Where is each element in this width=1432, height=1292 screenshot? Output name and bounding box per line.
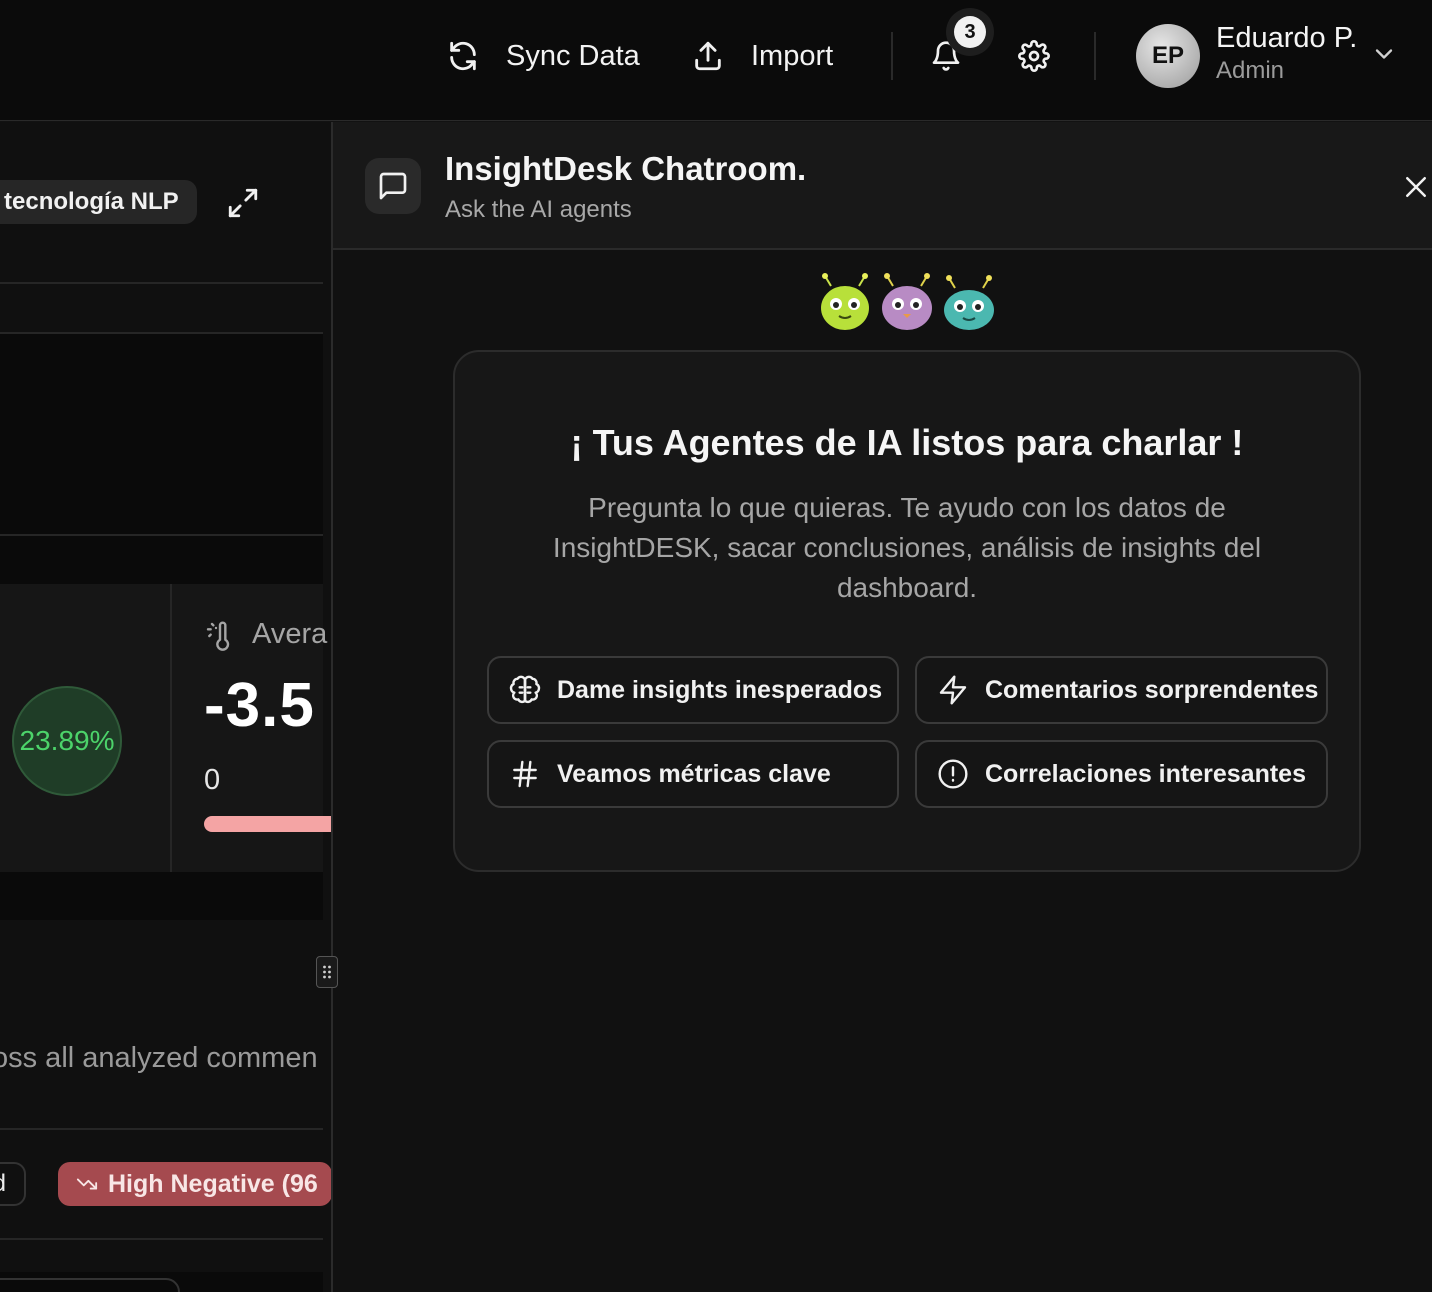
analyzed-caption: oss all analyzed commen: [0, 1042, 318, 1074]
average-value: -3.5: [204, 671, 315, 740]
avatar[interactable]: EP: [1136, 24, 1200, 88]
lightning-icon: [939, 675, 967, 705]
chevron-down-icon[interactable]: [1370, 40, 1398, 68]
content-block: [0, 872, 323, 920]
divider: [1094, 32, 1096, 80]
gear-icon: [1018, 40, 1050, 72]
divider: [0, 282, 323, 284]
user-name[interactable]: Eduardo P.: [1216, 22, 1357, 55]
top-bar: Sync Data Import 3 EP Eduardo P. Admin: [0, 0, 1432, 121]
chat-icon: [365, 158, 421, 214]
expand-icon[interactable]: [226, 186, 260, 220]
filter-pill[interactable]: [0, 1278, 180, 1292]
brain-icon: [509, 675, 541, 704]
chat-title: InsightDesk Chatroom.: [445, 150, 807, 187]
high-negative-label: High Negative (96: [108, 1169, 318, 1198]
suggestion-label: Veamos métricas clave: [557, 759, 831, 788]
high-negative-pill[interactable]: High Negative (96: [58, 1162, 332, 1206]
divider: [891, 32, 893, 80]
suggestion-label: Comentarios sorprendentes: [985, 675, 1319, 704]
close-icon[interactable]: [1401, 172, 1431, 202]
tech-pill[interactable]: tecnología NLP: [0, 180, 197, 224]
chat-subtitle: Ask the AI agents: [445, 196, 632, 223]
ai-agents-illustration: [821, 273, 994, 330]
content-block: [0, 536, 323, 584]
divider: [0, 1128, 323, 1130]
sync-data-label: Sync Data: [506, 39, 640, 72]
dashboard-panel: tecnología NLP 23.89% Avera -3.5 0 oss a…: [0, 122, 332, 1292]
settings-button[interactable]: [1014, 36, 1054, 76]
welcome-description: Pregunta lo que quieras. Te ayudo con lo…: [552, 492, 1262, 603]
chat-header: InsightDesk Chatroom. Ask the AI agents: [333, 122, 1432, 250]
bell-icon: [932, 41, 960, 71]
import-button[interactable]: Import: [691, 34, 833, 78]
notification-badge: 3: [954, 16, 986, 48]
trend-down-icon: [76, 1178, 98, 1190]
resize-handle[interactable]: [316, 956, 338, 988]
positive-percent-badge: 23.89%: [12, 686, 122, 796]
average-label: Avera: [252, 618, 328, 650]
user-role: Admin: [1216, 57, 1285, 84]
sentiment-bar: [204, 816, 332, 832]
suggestion-insights-button[interactable]: Dame insights inesperados: [487, 656, 899, 724]
thermometer-icon: [206, 621, 230, 651]
content-block: [0, 334, 323, 534]
grip-icon: [323, 965, 331, 979]
divider: [170, 584, 172, 872]
divider: [0, 1238, 323, 1240]
import-label: Import: [751, 39, 834, 72]
suggestion-label: Correlaciones interesantes: [985, 759, 1306, 788]
alert-circle-icon: [938, 759, 968, 789]
suggestion-correlations-button[interactable]: Correlaciones interesantes: [915, 740, 1328, 808]
suggestion-metrics-button[interactable]: Veamos métricas clave: [487, 740, 899, 808]
sync-data-button[interactable]: Sync Data: [446, 34, 640, 78]
welcome-heading: ¡ Tus Agentes de IA listos para charlar …: [570, 422, 1244, 463]
average-min: 0: [204, 764, 221, 796]
hash-icon: [513, 760, 537, 788]
upload-icon: [695, 41, 721, 71]
refresh-icon: [450, 41, 476, 71]
welcome-card: ¡ Tus Agentes de IA listos para charlar …: [453, 350, 1361, 872]
suggestion-comments-button[interactable]: Comentarios sorprendentes: [915, 656, 1328, 724]
filter-pill[interactable]: d: [0, 1162, 26, 1206]
chat-panel: InsightDesk Chatroom. Ask the AI agents …: [333, 122, 1432, 1292]
suggestion-label: Dame insights inesperados: [557, 675, 883, 704]
